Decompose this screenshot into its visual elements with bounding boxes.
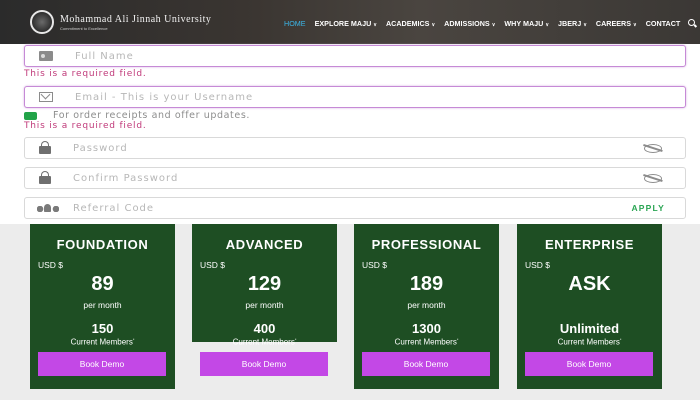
plan-currency: USD $ [525, 260, 551, 270]
password-field[interactable]: Password [24, 137, 686, 159]
confirm-password-input[interactable]: Confirm Password [73, 173, 641, 184]
plan-price: ASK [568, 273, 611, 295]
plan-members-count: 1300 [412, 321, 441, 336]
plan-currency: USD $ [362, 260, 388, 270]
full-name-field[interactable]: Full Name [24, 45, 686, 67]
logo-tagline: Commitment to Excellence [60, 25, 108, 31]
chevron-down-icon: ∨ [583, 21, 587, 28]
university-seal-icon [30, 10, 54, 34]
plan-price: 189 [409, 273, 444, 295]
chevron-down-icon: ∨ [545, 21, 550, 28]
full-name-error: This is a required field. [24, 69, 147, 79]
book-demo-button[interactable]: Book Demo [362, 352, 490, 376]
nav-academics[interactable]: ACADEMICS ∨ [386, 19, 435, 28]
chevron-down-icon: ∨ [491, 21, 496, 28]
nav-explore-maju[interactable]: EXPLORE MAJU ∨ [315, 19, 377, 28]
top-navbar: Mohammad Ali Jinnah University Commitmen… [0, 0, 700, 44]
plan-members-count: Unlimited [559, 321, 620, 336]
plan-name: ADVANCED [225, 237, 304, 252]
chevron-down-icon: ∨ [431, 21, 436, 28]
chevron-down-icon: ∨ [373, 21, 377, 28]
lock-icon [39, 140, 51, 154]
plan-members-count: 150 [91, 321, 114, 336]
nav-jberj[interactable]: JBERJ ∨ [558, 19, 587, 28]
search-icon[interactable] [688, 18, 697, 28]
main-nav: HOME EXPLORE MAJU ∨ ACADEMICS ∨ ADMISSIONS… [284, 17, 697, 29]
id-card-icon [39, 51, 53, 61]
plan-name: ENTERPRISE [544, 237, 635, 252]
referral-code-field[interactable]: Referral Code APPLY [24, 197, 686, 219]
consent-toggle[interactable] [24, 111, 37, 120]
email-error: This is a required field. [24, 121, 147, 131]
book-demo-button[interactable]: Book Demo [38, 352, 166, 376]
plan-members-label: Current Members* [557, 337, 622, 347]
nav-contact[interactable]: CONTACT [646, 19, 681, 28]
confirm-password-field[interactable]: Confirm Password [24, 167, 686, 189]
email-input[interactable]: Email - This is your Username [75, 92, 685, 103]
plan-members-count: 400 [253, 321, 276, 336]
envelope-icon [39, 92, 53, 102]
apply-button[interactable]: APPLY [631, 203, 665, 213]
plan-price: 89 [91, 273, 114, 295]
plan-members-label: Current Members* [232, 337, 297, 347]
book-demo-button[interactable]: Book Demo [200, 352, 328, 376]
logo-name: Mohammad Ali Jinnah University [60, 13, 212, 25]
plan-card-advanced: ADVANCED USD $ 129 per month 400 Current… [192, 224, 337, 347]
nav-why-maju[interactable]: WHY MAJU ∨ [504, 19, 549, 28]
plan-members-label: Current Members* [394, 337, 459, 347]
plan-card-professional: PROFESSIONAL USD $ 189 per month 1300 Cu… [354, 224, 499, 389]
nav-home[interactable]: HOME [284, 19, 306, 28]
full-name-input[interactable]: Full Name [75, 51, 685, 62]
referral-code-input[interactable]: Referral Code [73, 203, 631, 214]
chevron-down-icon: ∨ [633, 21, 637, 28]
plan-period: per month [83, 300, 122, 310]
plan-card-enterprise: ENTERPRISE USD $ ASK Unlimited Current M… [517, 224, 662, 389]
email-field[interactable]: Email - This is your Username [24, 86, 686, 108]
plan-members-label: Current Members* [70, 337, 135, 347]
nav-careers[interactable]: CAREERS ∨ [596, 19, 637, 28]
pricing-plans: FOUNDATION USD $ 89 per month 150 Curren… [0, 224, 700, 400]
plan-currency: USD $ [38, 260, 64, 270]
plan-period: per month [407, 300, 446, 310]
lock-icon [39, 170, 51, 184]
university-logo[interactable]: Mohammad Ali Jinnah University Commitmen… [30, 10, 211, 34]
password-input[interactable]: Password [73, 143, 641, 154]
plan-period [517, 300, 662, 310]
consent-text: For order receipts and offer updates. [53, 110, 250, 121]
eye-slash-icon[interactable] [641, 173, 665, 183]
nav-admissions[interactable]: ADMISSIONS ∨ [444, 19, 495, 28]
marketing-consent[interactable]: For order receipts and offer updates. [24, 110, 250, 121]
users-icon [37, 204, 59, 212]
signup-form: Full Name This is a required field. Emai… [0, 44, 700, 224]
plan-price: 129 [247, 273, 282, 295]
plan-period: per month [245, 300, 284, 310]
eye-slash-icon[interactable] [641, 143, 665, 153]
plan-currency: USD $ [200, 260, 226, 270]
plan-card-foundation: FOUNDATION USD $ 89 per month 150 Curren… [30, 224, 175, 389]
book-demo-button[interactable]: Book Demo [525, 352, 653, 376]
plan-name: PROFESSIONAL [371, 237, 482, 252]
plan-name: FOUNDATION [56, 237, 149, 252]
